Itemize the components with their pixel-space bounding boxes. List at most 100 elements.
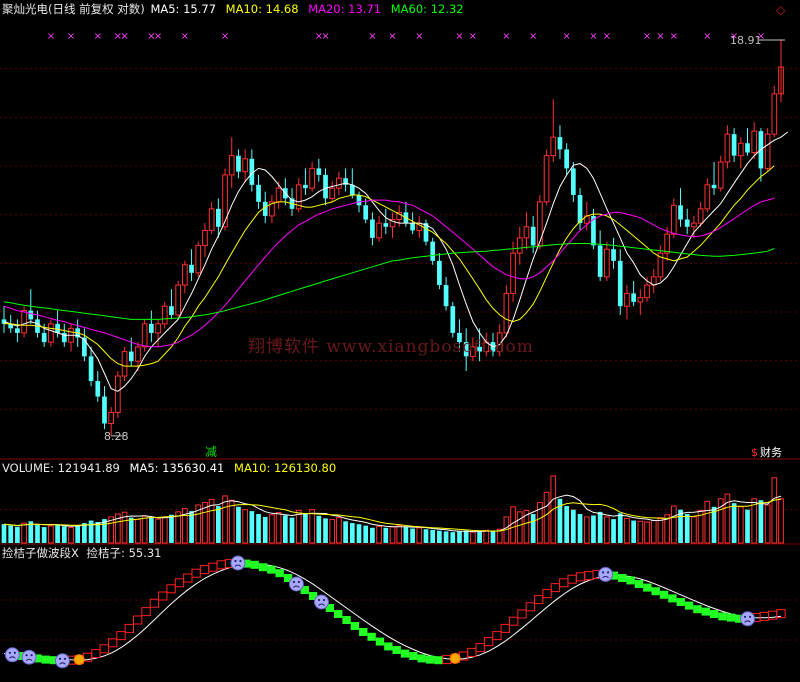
volume-bar-down: [35, 524, 40, 543]
candle-body-down: [128, 351, 134, 362]
face-eye: [743, 615, 747, 618]
candle-body-up: [704, 184, 711, 210]
indicator-step-down: [634, 580, 644, 588]
volume-bar-down: [289, 517, 295, 543]
orange-signal-icon: [449, 652, 461, 664]
reduce-mark: 减: [205, 445, 217, 459]
indicator-step-down: [250, 560, 259, 569]
volume-bar-down: [597, 511, 603, 543]
volume-bar-down: [256, 514, 261, 543]
ma60-label: MA60: 12.32: [390, 2, 464, 16]
face-eye: [13, 651, 16, 654]
indicator-step-up: [116, 631, 126, 641]
volume-bar-down: [564, 506, 569, 543]
candle-body-down: [88, 356, 94, 382]
candle-body-down: [303, 184, 308, 189]
candle-body-down: [437, 260, 442, 286]
indicator-step-down: [350, 622, 360, 630]
candle-body-up: [737, 142, 744, 157]
volume-bar-down: [189, 511, 194, 543]
volume-bar-up: [228, 499, 235, 544]
indicator-step-down: [392, 646, 401, 654]
volume-bar-down: [477, 531, 482, 543]
candle-body-up: [503, 292, 510, 334]
face-eye: [234, 559, 237, 563]
candle-body-up: [523, 226, 530, 239]
volume-bar-down: [530, 514, 536, 543]
x-signal-marker: ×: [47, 31, 55, 42]
indicator-step-up: [442, 655, 452, 665]
chart-annotations: 8.28 18.91 减 $ 财务: [104, 34, 782, 459]
indicator-step-down: [417, 654, 426, 663]
volume-bar-up: [376, 525, 382, 544]
price-header: 聚灿光电(日线 前复权 对数) MA5: 15.77 MA10: 14.68 M…: [2, 2, 470, 16]
volume-bar-down: [15, 526, 20, 543]
volume-bar-up: [295, 509, 302, 544]
volume-bar-down: [383, 527, 389, 543]
volume-value-label: VOLUME: 121941.89: [2, 461, 120, 475]
volume-bar-down: [363, 525, 369, 543]
volume-bar-down: [282, 515, 288, 543]
corner-diamond-icon: ◇: [776, 3, 786, 17]
candle-body-up: [208, 208, 215, 231]
volume-bar-down: [450, 532, 456, 543]
indicator-step-up: [559, 578, 569, 588]
indicator-step-down: [643, 583, 652, 592]
indicator-step-down: [651, 587, 660, 596]
sad-face-icon: [740, 611, 756, 627]
indicator-step-down: [409, 652, 418, 660]
candle-body-down: [363, 205, 369, 220]
candle-body-up: [691, 222, 697, 228]
volume-bar-down: [236, 506, 241, 543]
candle-body-up: [724, 133, 731, 163]
volume-bar-up: [21, 522, 27, 544]
candle-body-up: [135, 346, 141, 362]
candle-body-down: [577, 194, 583, 224]
indicator-step-down: [434, 656, 443, 665]
x-signal-marker: ×: [154, 31, 162, 42]
volume-bar-down: [684, 514, 690, 543]
candle-body-up: [771, 93, 778, 135]
volume-bar-down: [410, 528, 415, 543]
face-eye: [317, 598, 321, 602]
x-signal-marker: ×: [703, 31, 711, 42]
indicator-step-down: [668, 594, 677, 603]
candle-body-down: [316, 168, 322, 175]
face-eye: [25, 654, 28, 657]
indicator-step-down: [384, 642, 393, 651]
indicator-step-up: [141, 607, 151, 617]
candlestick-series: [1, 39, 784, 436]
volume-bar-up: [704, 500, 711, 544]
volume-bar-up: [68, 526, 74, 544]
volume-bar-down: [82, 523, 87, 543]
candle-body-up: [195, 244, 202, 274]
x-signal-marker: ×: [181, 31, 189, 42]
x-signal-marker: ×: [388, 31, 396, 42]
volume-bar-down: [403, 527, 409, 543]
candle-body-up: [764, 133, 771, 169]
volume-bar-down: [323, 518, 328, 543]
candle-body-up: [336, 177, 342, 189]
candle-body-down: [41, 332, 47, 343]
indicator-step-up: [492, 631, 502, 641]
volume-bar-up: [657, 517, 664, 544]
candle-body-up: [510, 252, 516, 294]
candle-body-down: [631, 293, 636, 302]
indicator-step-up: [199, 565, 210, 575]
indicator-step-up: [483, 637, 494, 647]
sad-face-icon: [4, 647, 20, 663]
indicator-step-up: [174, 578, 185, 588]
volume-bar-up: [778, 498, 784, 544]
candle-body-down: [617, 260, 623, 307]
candle-body-up: [161, 305, 168, 325]
volume-bar-down: [423, 529, 429, 543]
sad-face-icon: [288, 576, 304, 592]
candle-body-down: [450, 306, 456, 333]
x-signal-marker: ×: [603, 31, 611, 42]
volume-bar-down: [75, 525, 81, 543]
volume-bar-down: [631, 520, 636, 543]
candle-body-up: [21, 310, 27, 334]
indicator-step-up: [99, 644, 109, 654]
volume-bar-up: [396, 525, 403, 544]
candle-body-up: [228, 155, 235, 176]
